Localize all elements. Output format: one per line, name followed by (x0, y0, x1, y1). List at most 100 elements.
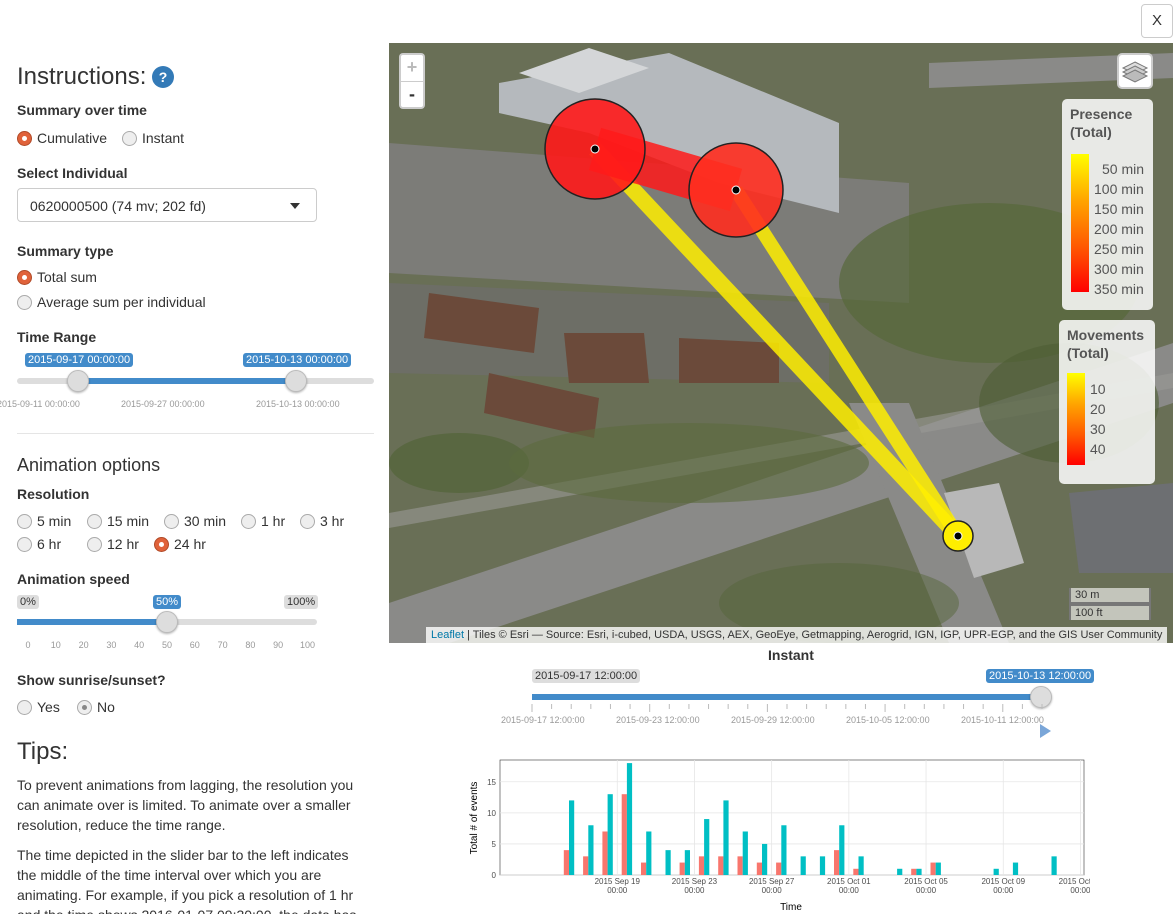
x-tick-label: 00:00 (762, 886, 783, 895)
chart-bar (646, 831, 652, 875)
radio-instant[interactable]: Instant (122, 130, 184, 146)
animation-options-title: Animation options (17, 455, 161, 475)
y-tick-label: 0 (492, 871, 497, 880)
chart-bar (762, 843, 768, 875)
speed-handle[interactable] (156, 611, 178, 633)
radio-label: 6 hr (37, 536, 62, 552)
chart-bar (911, 868, 917, 875)
scale-bar-metric: 30 m (1069, 588, 1151, 604)
radio-label: 12 hr (107, 536, 139, 552)
speed-tick-label: 50 (161, 640, 172, 650)
summary-over-time-label: Summary over time (17, 102, 147, 118)
resolution-15min[interactable]: 15 min (87, 513, 149, 529)
x-tick-label: 2015 Sep 23 (672, 877, 718, 886)
zoom-in-button[interactable]: + (401, 55, 423, 81)
resolution-5min[interactable]: 5 min (17, 513, 71, 529)
instant-fill (532, 694, 1042, 700)
chart-bar (776, 862, 782, 875)
instant-tick-label: 2015-09-23 12:00:00 (616, 715, 700, 725)
chart-bar (569, 800, 575, 875)
resolution-24hr[interactable]: 24 hr (154, 536, 206, 552)
chart-bar (781, 825, 787, 875)
events-chart: 051015 2015 Sep 1900:002015 Sep 2300:002… (469, 759, 1090, 913)
x-tick-label: 00:00 (839, 886, 860, 895)
movement-overlay (544, 98, 974, 552)
movements-color-bar (1067, 373, 1085, 465)
chart-bar (704, 819, 710, 875)
x-tick-label: 2015 Oct 09 (981, 877, 1025, 886)
speed-min-bubble: 0% (17, 595, 39, 609)
tips-paragraph: The time depicted in the slider bar to t… (17, 847, 356, 914)
radio-label: Cumulative (37, 130, 108, 146)
location-marker[interactable] (953, 531, 963, 541)
instant-title: Instant (768, 647, 814, 663)
time-range-from-handle[interactable] (67, 370, 89, 392)
radio-label: 3 hr (320, 513, 345, 529)
x-tick-label: 00:00 (993, 886, 1014, 895)
time-range-to-handle[interactable] (285, 370, 307, 392)
leaflet-link[interactable]: Leaflet (431, 629, 464, 641)
instant-to-bubble: 2015-10-13 12:00:00 (986, 669, 1095, 683)
individual-select-value: 0620000500 (74 mv; 202 fd) (30, 198, 206, 214)
movements-legend-label: 40 (1090, 441, 1106, 457)
speed-tick-label: 90 (273, 640, 284, 650)
location-marker[interactable] (731, 185, 741, 195)
resolution-3hr[interactable]: 3 hr (300, 513, 344, 529)
radio-label: Total sum (37, 269, 97, 285)
chart-bar (583, 856, 589, 875)
speed-tick-label: 10 (50, 640, 61, 650)
attribution-text: | Tiles © Esri — Source: Esri, i-cubed, … (464, 629, 1163, 641)
resolution-12hr[interactable]: 12 hr (87, 536, 139, 552)
radio-cumulative[interactable]: Cumulative (17, 130, 107, 146)
map[interactable]: + - Presence (Total) 50 min 100 min 150 … (389, 43, 1173, 643)
play-icon[interactable] (1040, 724, 1051, 738)
layers-button[interactable] (1117, 53, 1153, 89)
radio-button-icon (164, 513, 179, 529)
radio-label: 15 min (107, 513, 150, 529)
sun-no[interactable]: No (77, 699, 115, 715)
speed-tick-label: 20 (78, 640, 89, 650)
speed-tick-label: 60 (189, 640, 200, 650)
x-tick-label: 00:00 (684, 886, 705, 895)
location-marker[interactable] (590, 144, 600, 154)
radio-button-icon (77, 699, 92, 715)
chart-bar (563, 850, 569, 875)
sun-yes[interactable]: Yes (17, 699, 60, 715)
chart-bar (935, 862, 941, 875)
movement-line[interactable] (730, 186, 964, 540)
presence-legend-label: 150 min (1094, 201, 1144, 217)
close-button[interactable]: X (1141, 4, 1173, 38)
y-tick-label: 15 (487, 778, 496, 787)
individual-select[interactable]: 0620000500 (74 mv; 202 fd) (17, 188, 317, 222)
chart-bar (602, 831, 608, 875)
presence-legend-subtitle: (Total) (1070, 124, 1112, 140)
sunrise-sunset-label: Show sunrise/sunset? (17, 672, 166, 688)
radio-button-icon (87, 513, 102, 529)
y-tick-label: 10 (487, 809, 496, 818)
radio-total-sum[interactable]: Total sum (17, 269, 97, 285)
speed-tick-label: 30 (106, 640, 117, 650)
resolution-30min[interactable]: 30 min (164, 513, 226, 529)
tips-paragraph: To prevent animations from lagging, the … (17, 777, 354, 833)
radio-button-icon (17, 269, 32, 285)
presence-legend-label: 200 min (1094, 221, 1144, 237)
chart-bar (665, 850, 671, 875)
help-icon[interactable]: ? (152, 66, 174, 88)
speed-tick-label: 40 (134, 640, 145, 650)
animation-speed-label: Animation speed (17, 571, 130, 587)
radio-average-sum[interactable]: Average sum per individual (17, 294, 206, 310)
resolution-1hr[interactable]: 1 hr (241, 513, 285, 529)
sidebar-panel: Instructions: ? Summary over time Cumula… (0, 0, 380, 914)
layers-icon (1121, 61, 1149, 83)
x-tick-label: 00:00 (916, 886, 937, 895)
radio-button-icon (17, 130, 32, 146)
zoom-out-button[interactable]: - (401, 81, 423, 107)
instant-tick-label: 2015-09-29 12:00:00 (731, 715, 815, 725)
chart-bar (800, 856, 806, 875)
radio-label: No (97, 699, 115, 715)
movements-legend-label: 10 (1090, 381, 1106, 397)
time-range-tick: 2015-10-13 00:00:00 (256, 399, 340, 409)
radio-button-icon (17, 294, 32, 310)
resolution-6hr[interactable]: 6 hr (17, 536, 61, 552)
scale-bar-imperial: 100 ft (1069, 604, 1151, 620)
